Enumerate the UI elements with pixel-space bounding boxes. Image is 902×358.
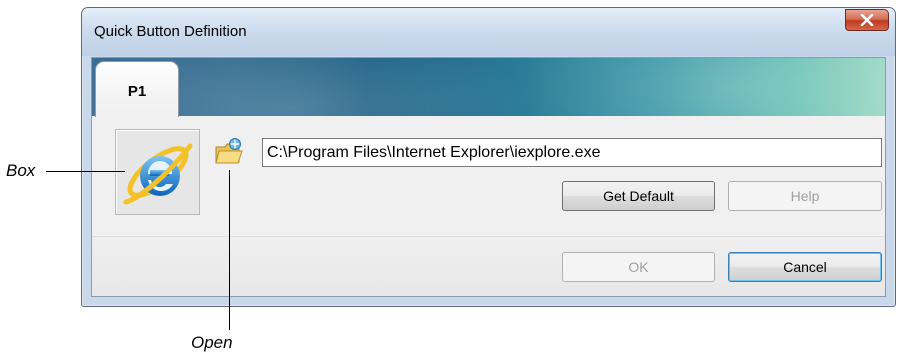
cancel-button[interactable]: Cancel	[728, 252, 882, 282]
tab-p1[interactable]: P1	[95, 61, 179, 117]
tab-page	[92, 116, 885, 236]
close-button[interactable]	[845, 9, 889, 31]
close-x-icon	[860, 14, 874, 26]
quick-button-definition-dialog: Quick Button Definition P1 C:\Program Fi…	[81, 7, 896, 307]
program-icon-box[interactable]	[115, 129, 200, 215]
callout-box-label: Box	[6, 161, 36, 180]
program-path-input[interactable]	[262, 138, 882, 167]
ok-button[interactable]: OK	[562, 252, 715, 282]
open-button[interactable]	[213, 136, 245, 168]
tab-strip	[92, 58, 885, 116]
get-default-button[interactable]: Get Default	[562, 181, 715, 211]
title-bar[interactable]: Quick Button Definition	[82, 8, 895, 56]
callout-box-leader-line	[46, 171, 125, 172]
dialog-client-area: P1 C:\Program Files\Internet Explorer\ie…	[91, 57, 886, 297]
dialog-title: Quick Button Definition	[94, 23, 247, 40]
open-folder-icon	[215, 138, 243, 164]
callout-open-leader-line	[229, 170, 230, 330]
tab-p1-label: P1	[127, 83, 147, 100]
internet-explorer-icon	[123, 143, 193, 205]
help-button[interactable]: Help	[728, 181, 882, 211]
callout-open-label: Open	[191, 333, 233, 352]
